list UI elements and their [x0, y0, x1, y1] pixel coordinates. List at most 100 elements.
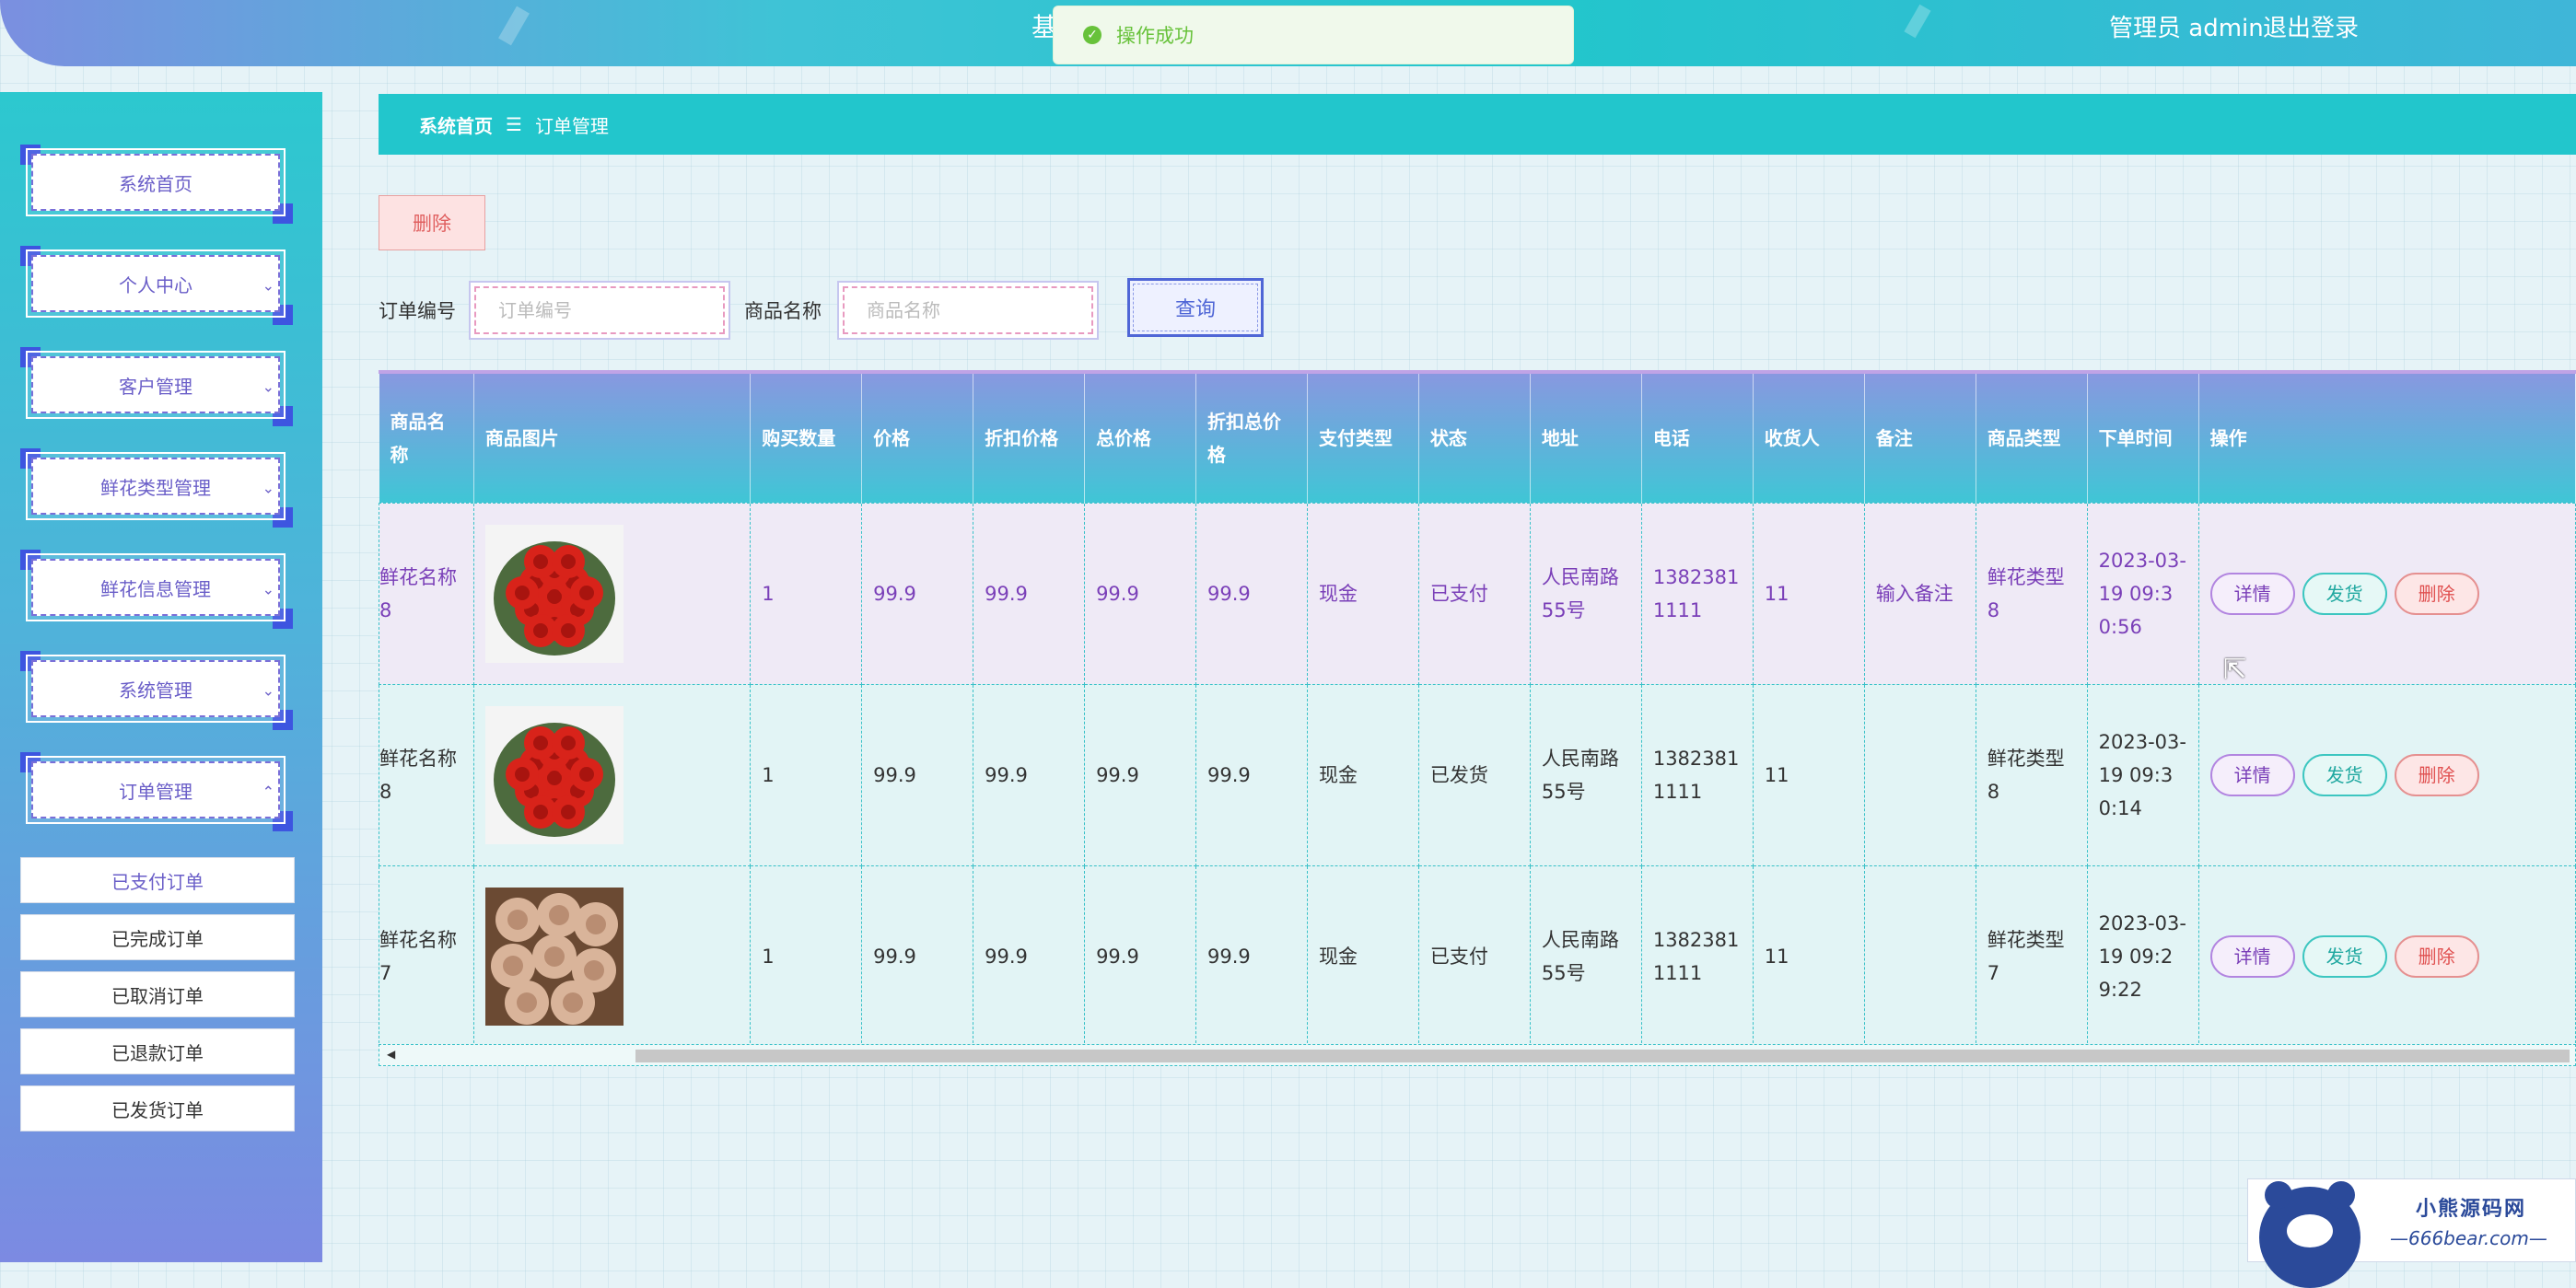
cell-name: 鲜花名称8	[379, 502, 474, 685]
product-image	[484, 887, 624, 1026]
query-button[interactable]: 查询	[1127, 278, 1264, 337]
cell-discount-price: 99.9	[973, 864, 1086, 1048]
product-image	[484, 705, 624, 844]
scrollbar-thumb[interactable]	[635, 1050, 2570, 1062]
cell-actions: 详情 发货 删除	[2197, 864, 2576, 1048]
chevron-down-icon: ⌄	[262, 681, 274, 700]
order-no-input[interactable]	[474, 286, 725, 334]
orders-table-container: 商品名称 商品图片 购买数量 价格 折扣价格 总价格 折扣总价格 支付类型 状态…	[379, 370, 2576, 1070]
cell-actions: 详情 发货 删除	[2197, 502, 2576, 685]
sidebar-item-flower-info[interactable]: 鲜花信息管理 ⌄	[20, 550, 293, 629]
cell-pay-type: 现金	[1306, 502, 1419, 685]
column-header: 状态	[1418, 374, 1531, 503]
ship-button[interactable]: 发货	[2302, 934, 2387, 978]
user-label: 管理员 admin	[2109, 15, 2264, 42]
product-name-input[interactable]	[843, 286, 1093, 334]
submenu-completed-orders[interactable]: 已完成订单	[20, 914, 295, 960]
product-name-label: 商品名称	[744, 300, 822, 322]
submenu-cancelled-orders[interactable]: 已取消订单	[20, 971, 295, 1017]
cell-category: 鲜花类型7	[1975, 864, 2088, 1048]
chevron-down-icon: ⌄	[262, 377, 274, 396]
cell-price: 99.9	[861, 864, 974, 1048]
sidebar-item-home[interactable]: 系统首页	[20, 145, 293, 224]
table-row: 鲜花名称8 1 99.9 99.9 99.9 99.9 现金 已发货 人民南路55号 138238…	[379, 683, 2576, 866]
logout-link[interactable]: 退出登录	[2263, 9, 2359, 43]
cell-time: 2023-03-19 09:30:14	[2086, 683, 2199, 866]
sidebar-item-personal-center[interactable]: 个人中心 ⌄	[20, 246, 293, 325]
column-header: 价格	[861, 374, 974, 503]
watermark-logo: 小熊源码网 —666bear.com—	[2247, 1178, 2576, 1288]
cell-phone: 13823811111	[1640, 683, 1754, 866]
cell-total: 99.9	[1084, 683, 1197, 866]
delete-button[interactable]: 删除	[2394, 753, 2479, 796]
ship-button[interactable]: 发货	[2302, 572, 2387, 615]
cell-remark	[1863, 683, 1976, 866]
cell-remark: 输入备注	[1863, 502, 1976, 685]
cell-name: 鲜花名称7	[379, 864, 474, 1048]
submenu-refunded-orders[interactable]: 已退款订单	[20, 1028, 295, 1074]
cell-time: 2023-03-19 09:30:56	[2086, 502, 2199, 685]
column-header: 操作	[2198, 374, 2576, 503]
cell-discount-total: 99.9	[1195, 502, 1308, 685]
column-header: 商品图片	[473, 374, 752, 503]
scroll-left-icon[interactable]: ◀	[387, 1048, 395, 1061]
column-header: 折扣价格	[973, 374, 1086, 503]
toast-message: 操作成功	[1116, 25, 1194, 47]
order-no-label: 订单编号	[379, 300, 456, 322]
sidebar-item-customers[interactable]: 客户管理 ⌄	[20, 347, 293, 426]
delete-button[interactable]: 删除	[2394, 572, 2479, 615]
sidebar-item-label: 个人中心	[119, 273, 192, 296]
sidebar-item-label: 系统管理	[119, 679, 192, 702]
mouse-cursor-icon: ⇱	[2223, 654, 2247, 686]
breadcrumb: 系统首页 ☰ 订单管理	[379, 94, 2576, 155]
breadcrumb-current: 订单管理	[534, 114, 609, 137]
column-header: 总价格	[1084, 374, 1197, 503]
ship-button[interactable]: 发货	[2302, 753, 2387, 796]
delete-button[interactable]: 删除	[2394, 934, 2479, 978]
detail-button[interactable]: 详情	[2209, 572, 2295, 615]
cell-price: 99.9	[861, 683, 974, 866]
column-header: 下单时间	[2087, 374, 2199, 503]
detail-button[interactable]: 详情	[2209, 753, 2295, 796]
cell-qty: 1	[750, 683, 863, 866]
cell-total: 99.9	[1084, 502, 1197, 685]
cell-discount-total: 99.9	[1195, 864, 1308, 1048]
cell-category: 鲜花类型8	[1975, 683, 2088, 866]
cell-category: 鲜花类型8	[1975, 502, 2088, 685]
product-image	[484, 524, 624, 663]
order-no-field	[469, 281, 730, 340]
cell-qty: 1	[750, 864, 863, 1048]
column-header: 支付类型	[1307, 374, 1419, 503]
sidebar-item-label: 鲜花类型管理	[100, 476, 211, 499]
sidebar-item-flower-types[interactable]: 鲜花类型管理 ⌄	[20, 448, 293, 528]
cell-receiver: 11	[1752, 864, 1865, 1048]
sidebar-item-label: 订单管理	[119, 780, 192, 803]
submenu-shipped-orders[interactable]: 已发货订单	[20, 1085, 295, 1131]
cell-image	[472, 683, 752, 866]
horizontal-scrollbar[interactable]: ◀	[379, 1044, 2576, 1066]
cell-qty: 1	[750, 502, 863, 685]
batch-delete-button[interactable]: 删除	[379, 195, 485, 250]
sidebar-item-orders[interactable]: 订单管理 ⌃	[20, 752, 293, 831]
cell-pay-type: 现金	[1306, 683, 1419, 866]
header-decoration	[498, 6, 530, 46]
cell-time: 2023-03-19 09:29:22	[2086, 864, 2199, 1048]
detail-button[interactable]: 详情	[2209, 934, 2295, 978]
watermark-title: 小熊源码网	[2416, 1198, 2527, 1221]
sidebar-item-system[interactable]: 系统管理 ⌄	[20, 651, 293, 730]
cell-remark	[1863, 864, 1976, 1048]
cell-status: 已发货	[1417, 683, 1531, 866]
cell-actions: 详情 发货 删除	[2197, 683, 2576, 866]
cell-address: 人民南路55号	[1529, 683, 1642, 866]
table-row: 鲜花名称7 1 99.9 99.9 99.9 99.9 现金 已支付 人民南路55号 138238…	[379, 864, 2576, 1048]
column-header: 商品名称	[379, 374, 474, 503]
breadcrumb-home[interactable]: 系统首页	[419, 111, 493, 138]
cell-image	[472, 502, 752, 685]
sidebar-item-label: 鲜花信息管理	[100, 577, 211, 600]
cell-discount-price: 99.9	[973, 683, 1086, 866]
submenu-paid-orders[interactable]: 已支付订单	[20, 857, 295, 903]
column-header: 收货人	[1753, 374, 1865, 503]
check-circle-icon: ✓	[1083, 26, 1102, 44]
sidebar-item-label: 客户管理	[119, 375, 192, 398]
watermark-url: —666bear.com—	[2390, 1227, 2547, 1249]
